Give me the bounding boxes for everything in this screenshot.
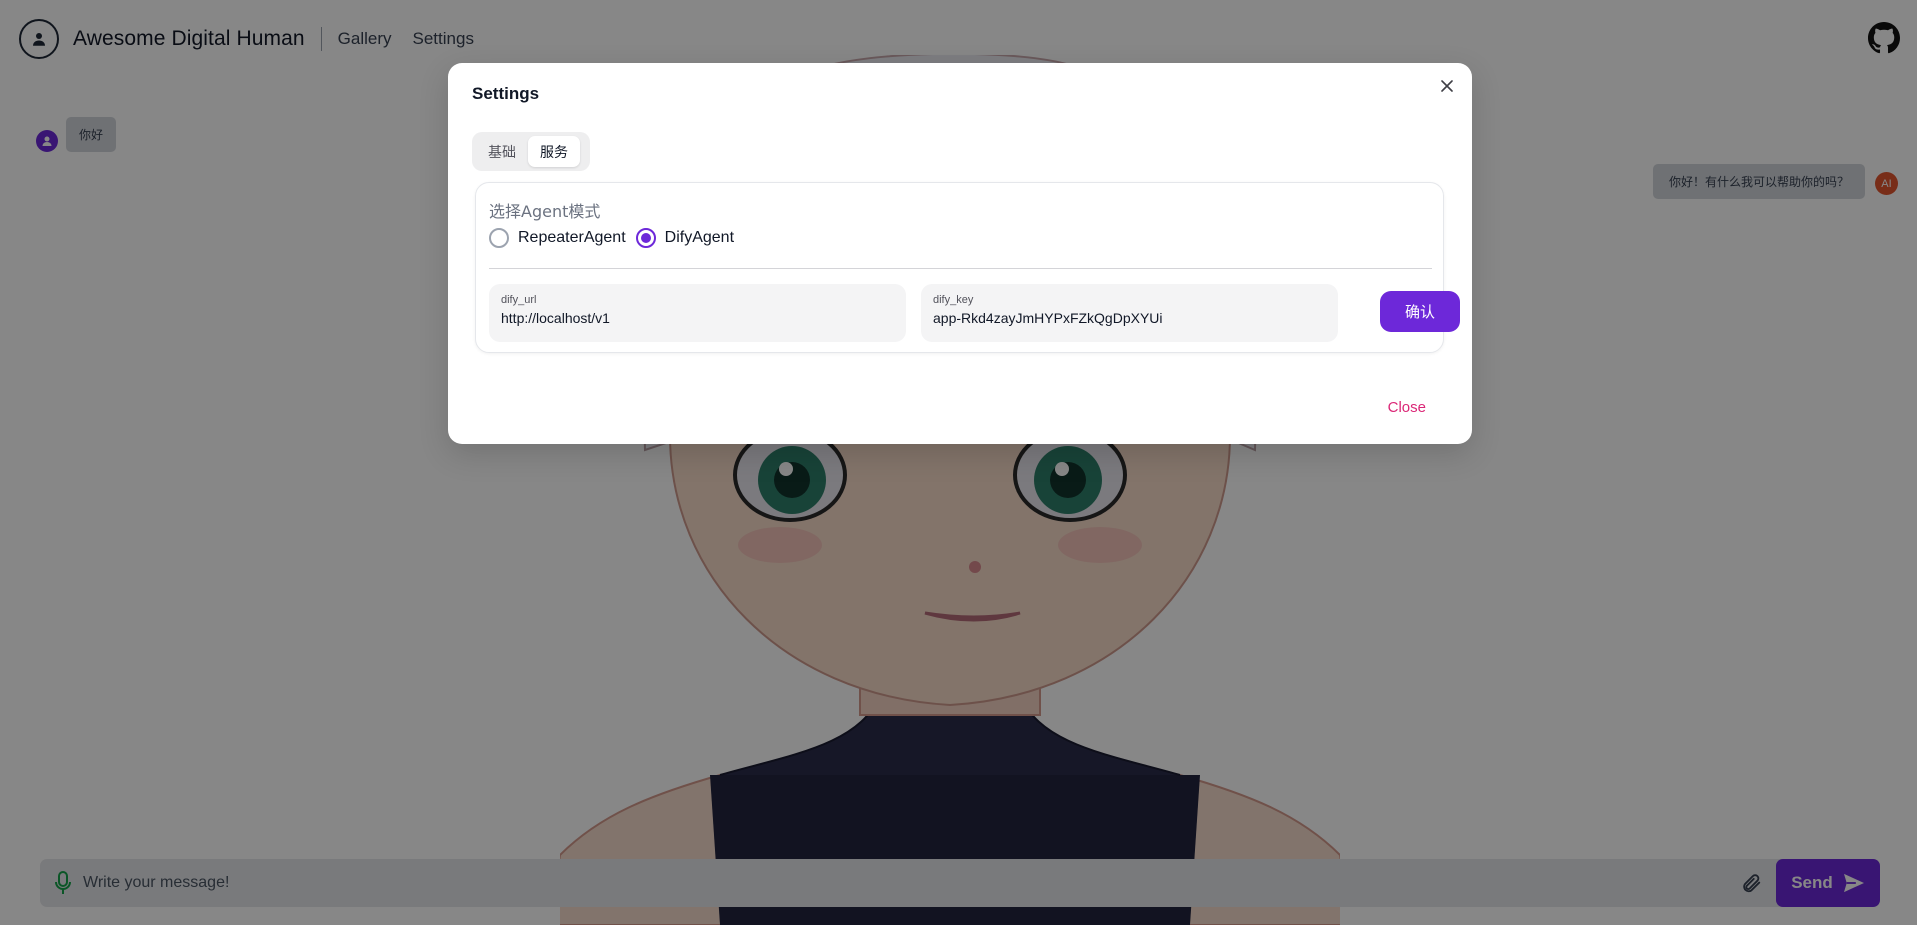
agent-mode-label: 选择Agent模式 (489, 202, 601, 221)
radio-label-repeater-agent: RepeaterAgent (518, 229, 626, 246)
settings-modal: Settings 基础 服务 选择Agent模式 RepeaterAgent D… (448, 63, 1472, 444)
settings-tabs: 基础 服务 (472, 132, 590, 171)
radio-option-repeater-agent[interactable]: RepeaterAgent (489, 228, 626, 248)
radio-label-dify-agent: DifyAgent (664, 229, 735, 246)
dify-url-input[interactable] (501, 310, 894, 326)
dify-key-field[interactable]: dify_key (921, 284, 1338, 342)
tab-service[interactable]: 服务 (528, 136, 580, 167)
modal-title: Settings (472, 84, 540, 103)
close-icon[interactable] (1436, 75, 1458, 97)
radio-option-dify-agent[interactable]: DifyAgent (635, 228, 735, 248)
close-button[interactable]: Close (1388, 399, 1426, 416)
tab-basic[interactable]: 基础 (476, 136, 528, 167)
agent-settings-card: 选择Agent模式 RepeaterAgent DifyAgent dify_u… (475, 182, 1460, 353)
radio-button-checked[interactable] (635, 228, 656, 248)
radio-button-unchecked[interactable] (489, 228, 509, 248)
dify-key-label: dify_key (933, 294, 974, 306)
agent-mode-radio-group: RepeaterAgent DifyAgent (489, 228, 744, 248)
dify-url-label: dify_url (501, 294, 537, 306)
confirm-button[interactable]: 确认 (1380, 291, 1460, 332)
card-divider (489, 268, 1432, 269)
dify-url-field[interactable]: dify_url (489, 284, 906, 342)
dify-key-input[interactable] (933, 310, 1326, 326)
